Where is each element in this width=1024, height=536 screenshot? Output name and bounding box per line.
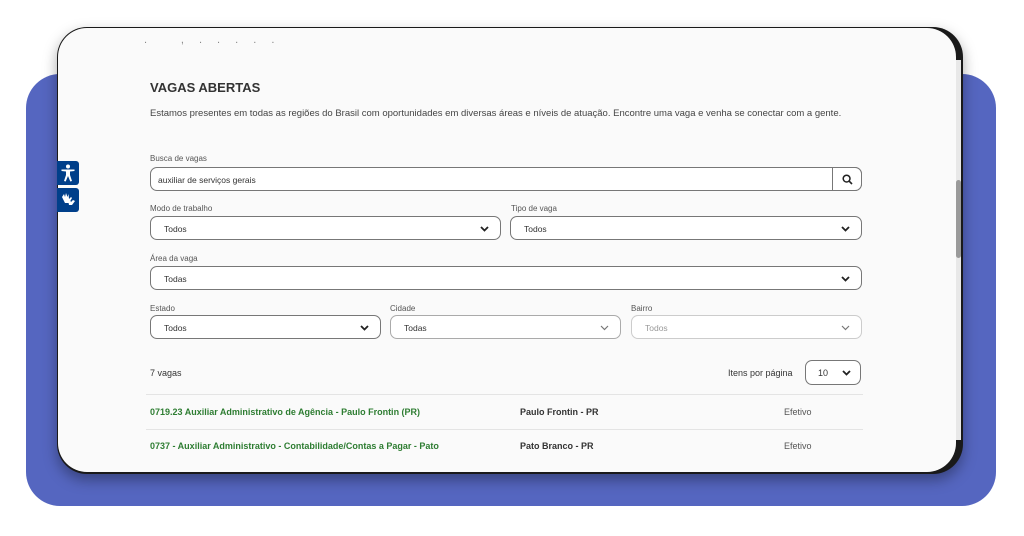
per-page-value: 10 xyxy=(818,368,829,378)
page-title: VAGAS ABERTAS xyxy=(150,80,261,95)
search-input-value: auxiliar de serviços gerais xyxy=(158,175,256,185)
accessibility-person-icon xyxy=(61,164,75,182)
estado-select[interactable]: Todos xyxy=(150,315,381,339)
clipped-text-row: . ˈ , . . . . . xyxy=(144,39,281,46)
area-vaga-value: Todas xyxy=(164,274,187,284)
bairro-label: Bairro xyxy=(631,304,653,313)
results-count: 7 vagas xyxy=(150,368,182,378)
chevron-down-icon xyxy=(841,325,850,331)
modo-trabalho-label: Modo de trabalho xyxy=(150,204,213,213)
table-divider xyxy=(146,394,863,395)
page-viewport: . ˈ , . . . . . VAGAS ABERTAS Estamos pr… xyxy=(58,28,956,472)
bairro-select[interactable]: Todos xyxy=(631,315,862,339)
job-type: Efetivo xyxy=(784,441,812,451)
search-button[interactable] xyxy=(832,167,862,191)
estado-value: Todos xyxy=(164,323,187,333)
modo-trabalho-select[interactable]: Todos xyxy=(150,216,501,240)
chevron-down-icon xyxy=(841,276,850,282)
cidade-value: Todas xyxy=(404,323,427,333)
per-page-select[interactable]: 10 xyxy=(805,360,861,385)
estado-label: Estado xyxy=(150,304,175,313)
page-description: Estamos presentes em todas as regiões do… xyxy=(150,108,842,119)
cidade-select[interactable]: Todas xyxy=(390,315,621,339)
tipo-vaga-select[interactable]: Todos xyxy=(510,216,862,240)
chevron-down-icon xyxy=(841,226,850,232)
tipo-vaga-label: Tipo de vaga xyxy=(511,204,557,213)
sign-language-button[interactable] xyxy=(57,188,79,212)
job-title-link[interactable]: 0737 - Auxiliar Administrativo - Contabi… xyxy=(150,441,439,451)
area-vaga-select[interactable]: Todas xyxy=(150,266,862,290)
chevron-down-icon xyxy=(842,370,851,376)
chevron-down-icon xyxy=(360,325,369,331)
chevron-down-icon xyxy=(480,226,489,232)
job-type: Efetivo xyxy=(784,407,812,417)
scrollbar-thumb[interactable] xyxy=(956,180,961,258)
bairro-value: Todos xyxy=(645,323,668,333)
job-location: Pato Branco - PR xyxy=(520,441,594,451)
cidade-label: Cidade xyxy=(390,304,416,313)
job-location: Paulo Frontin - PR xyxy=(520,407,599,417)
area-vaga-label: Área da vaga xyxy=(150,254,198,263)
chevron-down-icon xyxy=(600,325,609,331)
search-input[interactable]: auxiliar de serviços gerais xyxy=(150,167,862,191)
search-label: Busca de vagas xyxy=(150,154,207,163)
per-page-label: Itens por página xyxy=(728,368,793,378)
job-title-link[interactable]: 0719.23 Auxiliar Administrativo de Agênc… xyxy=(150,407,420,417)
search-icon xyxy=(842,174,853,185)
sign-language-icon xyxy=(62,193,75,205)
modo-trabalho-value: Todos xyxy=(164,224,187,234)
tipo-vaga-value: Todos xyxy=(524,224,547,234)
table-divider xyxy=(146,429,863,430)
accessibility-button[interactable] xyxy=(57,161,79,185)
